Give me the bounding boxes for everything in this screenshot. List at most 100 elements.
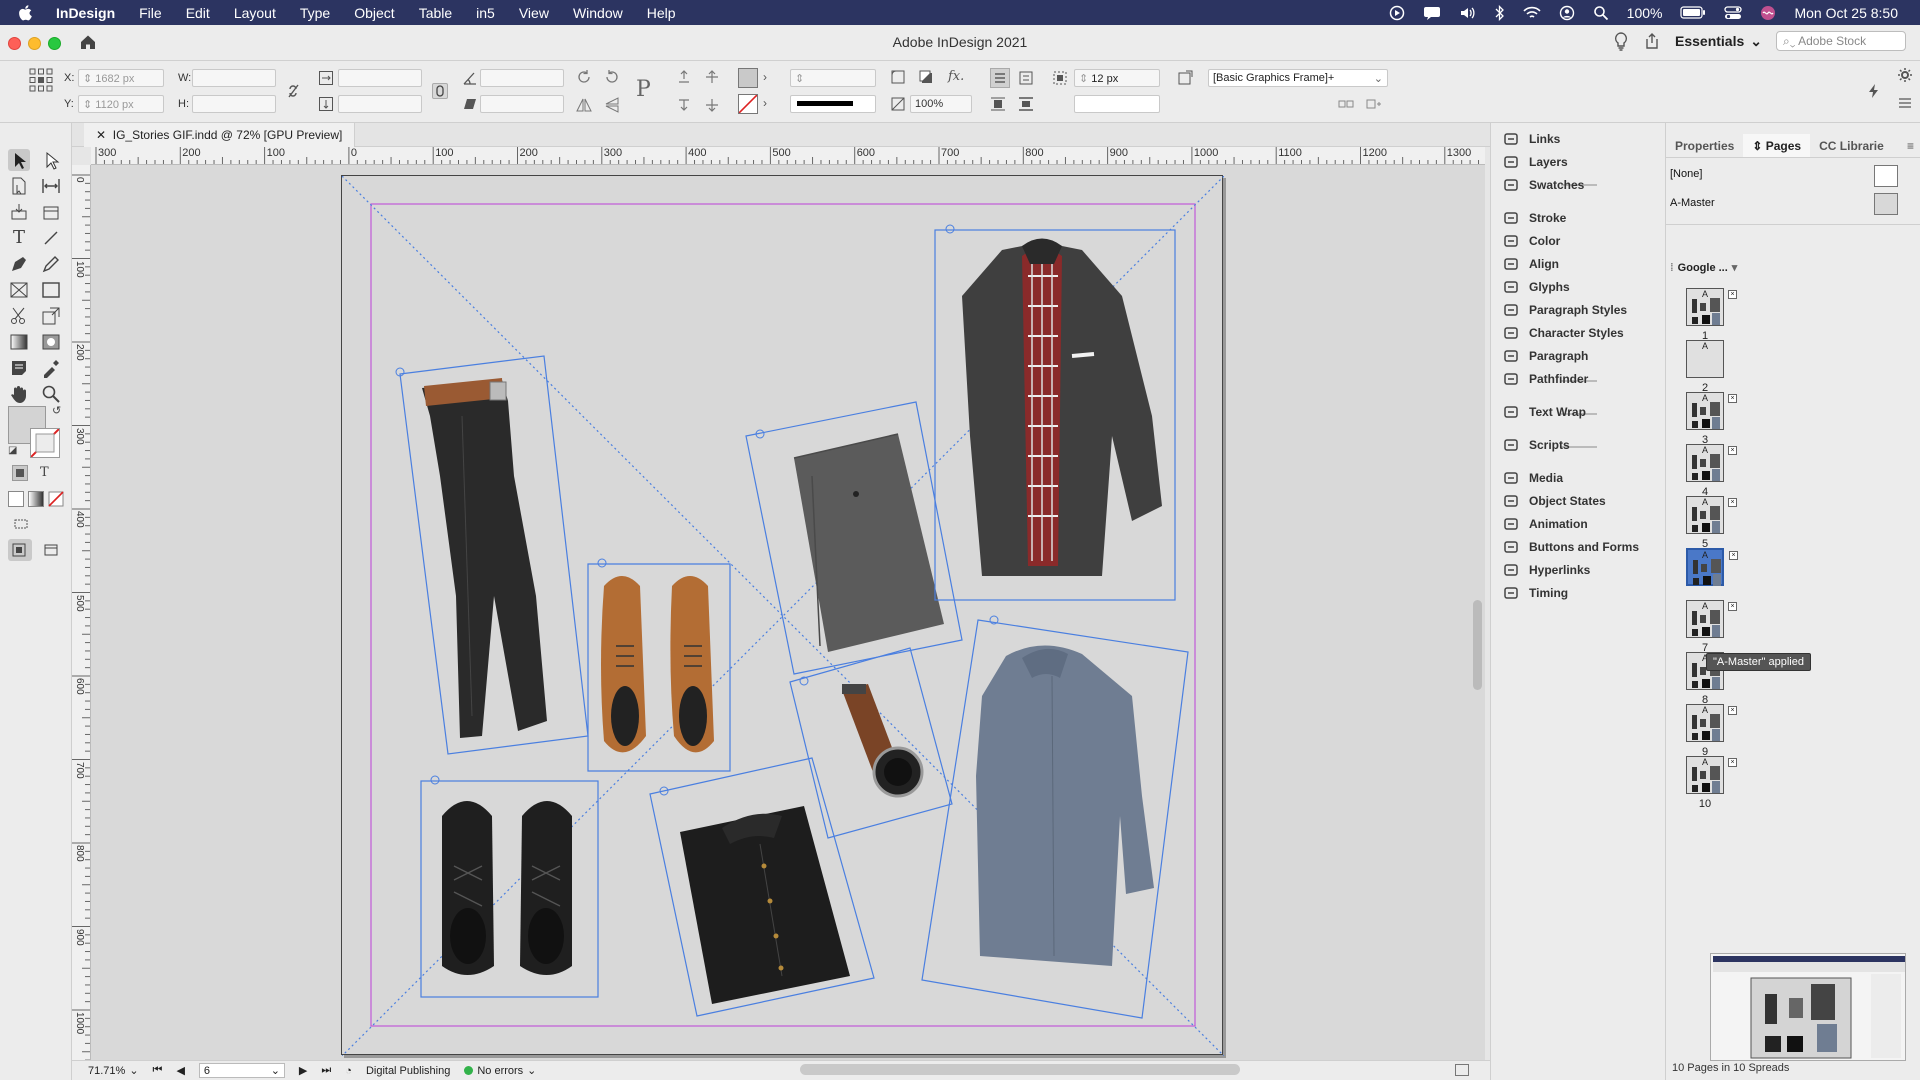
close-tab-icon[interactable]: ✕ <box>96 128 113 142</box>
panel-item-color[interactable]: Color <box>1503 230 1560 252</box>
page-thumbnail[interactable]: A <box>1686 340 1724 378</box>
pen-tool-icon[interactable] <box>8 253 30 275</box>
previous-page-button[interactable]: ◀ <box>176 1064 184 1077</box>
panel-item-align[interactable]: Align <box>1503 253 1559 275</box>
zoom-level-dropdown[interactable]: 71.71% ⌄ <box>88 1064 139 1078</box>
default-fill-stroke-icon[interactable]: ◪ <box>8 445 22 459</box>
content-placer-tool-icon[interactable] <box>40 201 62 223</box>
rotate-counterclockwise-icon[interactable] <box>604 69 620 85</box>
text-wrap-bounding-icon[interactable] <box>1018 96 1034 112</box>
jeans-image-frame[interactable] <box>395 355 589 755</box>
page-thumbnail[interactable]: A× <box>1686 444 1737 482</box>
drop-shadow-icon[interactable] <box>918 69 934 85</box>
direct-selection-tool-icon[interactable] <box>40 149 62 171</box>
opacity-field[interactable]: 100% <box>910 95 972 113</box>
selection-tool-icon[interactable] <box>8 149 30 171</box>
gradient-feather-tool-icon[interactable] <box>40 331 62 353</box>
select-content-icon[interactable] <box>704 69 720 85</box>
apple-logo-icon[interactable] <box>18 4 40 21</box>
panel-item-pathfinder[interactable]: Pathfinder <box>1503 368 1588 390</box>
panel-item-timing[interactable]: Timing <box>1503 582 1568 604</box>
page-thumbnail[interactable]: A× <box>1686 756 1737 794</box>
menu-table[interactable]: Table <box>407 5 464 21</box>
reference-point-icon[interactable] <box>28 67 54 93</box>
stroke-type-dropdown[interactable] <box>790 95 876 113</box>
shear-angle-icon[interactable] <box>462 96 478 112</box>
master-none-thumbnail[interactable] <box>1874 165 1898 187</box>
page-thumbnail[interactable]: A× <box>1686 548 1738 586</box>
siri-icon[interactable] <box>1760 5 1776 21</box>
menu-in5[interactable]: in5 <box>464 5 507 21</box>
control-panel-menu-icon[interactable] <box>1898 97 1914 113</box>
auto-fit-icon[interactable] <box>1052 70 1068 86</box>
transform-again-icon[interactable] <box>1366 98 1382 114</box>
split-layout-view-icon[interactable] <box>1455 1064 1469 1076</box>
fill-swatch[interactable] <box>738 68 758 88</box>
object-style-dropdown[interactable]: [Basic Graphics Frame]+ ⌄ <box>1208 69 1388 87</box>
gap-tool-icon[interactable] <box>40 175 62 197</box>
page-thumbnail[interactable]: A× <box>1686 392 1737 430</box>
apply-color-icon[interactable] <box>8 491 24 507</box>
user-account-icon[interactable] <box>1559 5 1575 21</box>
page-thumbnail[interactable]: A× <box>1686 704 1737 742</box>
document-canvas[interactable] <box>91 165 1485 1060</box>
note-tool-icon[interactable] <box>8 357 30 379</box>
panel-item-paragraph-styles[interactable]: Paragraph Styles <box>1503 299 1627 321</box>
select-next-object-icon[interactable] <box>704 97 720 113</box>
next-page-button[interactable]: ▶ <box>299 1064 307 1077</box>
panel-item-media[interactable]: Media <box>1503 467 1563 489</box>
preflight-open-icon[interactable]: ◔ <box>345 1065 352 1077</box>
content-grabber-icon[interactable] <box>430 775 440 785</box>
content-grabber-icon[interactable] <box>597 558 607 568</box>
battery-icon[interactable] <box>1680 6 1706 19</box>
grey-trousers-image-frame[interactable] <box>745 401 963 675</box>
page-size-menu[interactable]: ⁞ Google ... ▾ <box>1670 261 1737 275</box>
hand-tool-icon[interactable] <box>8 383 30 405</box>
wifi-icon[interactable] <box>1523 6 1541 20</box>
stroke-color-swatch[interactable] <box>30 428 60 458</box>
scale-y-icon[interactable] <box>318 96 334 112</box>
menu-help[interactable]: Help <box>635 5 688 21</box>
menu-file[interactable]: File <box>127 5 174 21</box>
panel-menu-icon[interactable]: ≡ <box>1901 134 1920 157</box>
panel-item-stroke[interactable]: Stroke <box>1503 207 1566 229</box>
text-wrap-none-icon[interactable] <box>990 96 1006 112</box>
select-container-icon[interactable] <box>676 69 692 85</box>
spotlight-search-icon[interactable] <box>1593 5 1609 21</box>
share-icon[interactable] <box>1643 32 1661 50</box>
constrain-proportions-icon[interactable] <box>286 83 302 99</box>
align-stroke-inside-icon[interactable] <box>1018 70 1034 86</box>
menu-view[interactable]: View <box>507 5 561 21</box>
page-tool-icon[interactable] <box>8 175 30 197</box>
last-page-button[interactable]: ⏭ <box>321 1064 331 1077</box>
corner-options-icon[interactable] <box>890 69 906 85</box>
select-previous-object-icon[interactable] <box>676 97 692 113</box>
stroke-weight-field[interactable]: ⇕ 12 px <box>1074 69 1160 87</box>
vertical-ruler[interactable]: 0 100 200 300 400 500 600 700 800 900 1000 <box>72 165 91 1060</box>
stroke-swatch[interactable] <box>738 94 758 114</box>
constrain-scale-icon[interactable] <box>432 83 448 99</box>
apply-gradient-icon[interactable] <box>28 491 44 507</box>
rotate-angle-icon[interactable] <box>462 70 478 86</box>
panel-item-character-styles[interactable]: Character Styles <box>1503 322 1624 344</box>
page-thumbnail[interactable]: A× <box>1686 496 1737 534</box>
zoom-tool-icon[interactable] <box>40 383 62 405</box>
apply-none-icon[interactable] <box>48 491 64 507</box>
rectangle-tool-icon[interactable] <box>40 279 62 301</box>
workspace-switcher[interactable]: Essentials ⌄ <box>1675 33 1762 50</box>
gradient-swatch-tool-icon[interactable] <box>8 331 30 353</box>
panel-item-scripts[interactable]: Scripts <box>1503 434 1570 456</box>
panel-item-animation[interactable]: Animation <box>1503 513 1588 535</box>
panel-item-buttons-forms[interactable]: Buttons and Forms <box>1503 536 1639 558</box>
preflight-status[interactable]: No errors ⌄ <box>464 1064 536 1077</box>
first-page-button[interactable]: ⏮ <box>153 1064 163 1077</box>
x-position-field[interactable]: ⇕ 1682 px <box>78 69 164 87</box>
black-shirt-image-frame[interactable] <box>649 757 875 1017</box>
tab-properties[interactable]: Properties <box>1666 134 1743 157</box>
stroke-menu-chevron-icon[interactable]: › <box>763 96 779 112</box>
brown-shoes-image-frame[interactable] <box>587 558 731 772</box>
vertical-scrollbar-thumb[interactable] <box>1473 600 1482 690</box>
adobe-stock-search-input[interactable]: ⌕⌄ Adobe Stock <box>1776 31 1906 51</box>
content-grabber-icon[interactable] <box>945 224 955 234</box>
page-number-field[interactable]: 6 ⌄ <box>198 1063 285 1078</box>
